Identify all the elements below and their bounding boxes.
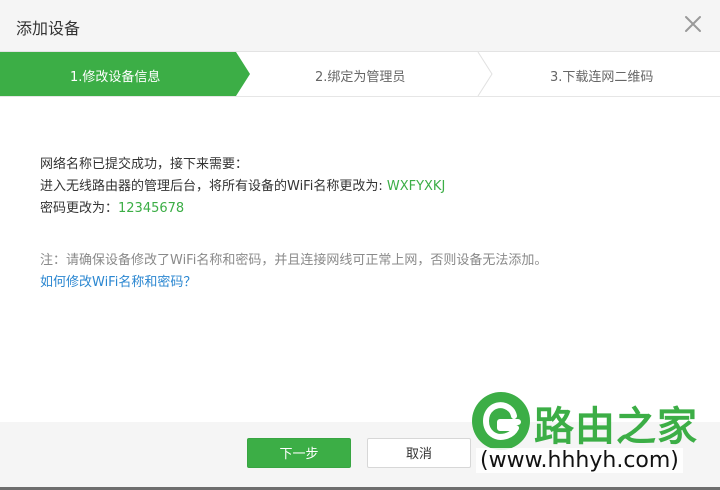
next-step-button[interactable]: 下一步 <box>247 438 351 468</box>
step-3-label: 3.下载连网二维码 <box>550 70 654 85</box>
close-icon[interactable] <box>682 13 704 35</box>
watermark: 路由之家 (www.hhhyh.com) <box>470 386 720 490</box>
instruction-line-2-prefix: 进入无线路由器的管理后台，将所有设备的WiFi名称更改为: <box>40 179 387 194</box>
instruction-line-3-prefix: 密码更改为： <box>40 201 119 216</box>
instruction-line-1: 网络名称已提交成功，接下来需要： <box>40 157 249 172</box>
dialog-title: 添加设备 <box>16 19 81 38</box>
note-text: 注：请确保设备修改了WiFi名称和密码，并且连接网线可正常上网，否则设备无法添加… <box>40 253 548 268</box>
add-device-dialog: 添加设备 1.修改设备信息 2.绑定为管理员 3.下载连网二维码 网络名称已提交… <box>0 0 720 490</box>
watermark-logo-icon <box>472 392 530 450</box>
dialog-header: 添加设备 <box>0 0 720 52</box>
instruction-text: 网络名称已提交成功，接下来需要： 进入无线路由器的管理后台，将所有设备的WiFi… <box>40 154 680 220</box>
step-2-label: 2.绑定为管理员 <box>315 70 406 85</box>
watermark-name: 路由之家 <box>534 404 698 450</box>
instruction-line-2: 进入无线路由器的管理后台，将所有设备的WiFi名称更改为: WXFYXKJ <box>40 176 680 198</box>
instruction-line-3: 密码更改为：12345678 <box>40 198 680 220</box>
cancel-button[interactable]: 取消 <box>367 438 471 468</box>
password-value: 12345678 <box>118 201 185 216</box>
step-1-label: 1.修改设备信息 <box>70 70 161 85</box>
step-divider <box>477 52 493 97</box>
help-link[interactable]: 如何修改WiFi名称和密码？ <box>40 275 196 290</box>
watermark-url: (www.hhhyh.com) <box>476 448 683 473</box>
note-section: 注：请确保设备修改了WiFi名称和密码，并且连接网线可正常上网，否则设备无法添加… <box>40 250 680 294</box>
wifi-name-value: WXFYXKJ <box>386 179 446 194</box>
step-indicator: 1.修改设备信息 2.绑定为管理员 3.下载连网二维码 <box>0 52 720 97</box>
